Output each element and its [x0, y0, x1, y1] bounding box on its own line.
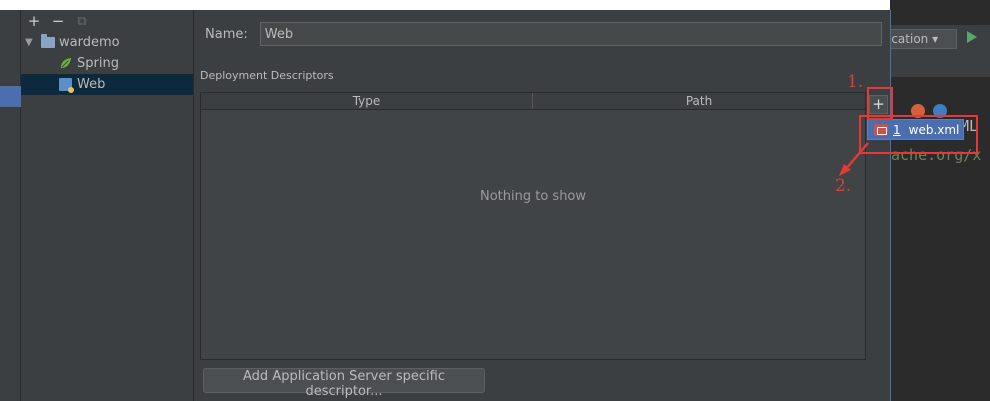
top-window-strip: [0, 0, 890, 10]
name-label: Name:: [205, 26, 248, 42]
add-server-descriptor-button[interactable]: Add Application Server specific descript…: [203, 368, 485, 399]
annotation-arrow: [839, 142, 869, 176]
spring-leaf-icon: [60, 57, 72, 69]
add-icon[interactable]: +: [27, 13, 41, 29]
annotation-box-popup: [859, 115, 978, 154]
run-config-label: ication: [891, 32, 929, 46]
descriptors-table[interactable]: Type Path Nothing to show: [200, 92, 866, 360]
column-header-type[interactable]: Type: [201, 93, 533, 109]
run-configuration-select[interactable]: ication ▾: [891, 29, 957, 49]
tree-item-spring[interactable]: Spring: [21, 53, 193, 74]
empty-table-text: Nothing to show: [479, 189, 587, 204]
tree-item-label: Web: [77, 77, 106, 92]
left-gutter-selection: [0, 86, 21, 107]
facet-tree-panel: + − ⧉ ▼ wardemo Spring Web: [21, 10, 194, 401]
tree-toolbar: + − ⧉: [21, 10, 193, 32]
copy-icon[interactable]: ⧉: [75, 15, 89, 28]
module-folder-icon: [41, 34, 55, 48]
facet-settings-panel: Name: Deployment Descriptors Type Path N…: [194, 10, 891, 401]
editor-area: ication ▾ XML ache.org/x: [891, 0, 990, 401]
column-header-path[interactable]: Path: [533, 93, 865, 109]
remove-icon[interactable]: −: [51, 13, 65, 29]
web-facet-icon: [59, 78, 74, 93]
name-field[interactable]: [259, 22, 882, 46]
left-gutter: [0, 10, 21, 401]
tree-item-label: Spring: [77, 56, 119, 71]
table-header: Type Path: [201, 93, 865, 110]
expand-arrow-icon[interactable]: ▼: [25, 37, 35, 48]
deployment-descriptors-label: Deployment Descriptors: [200, 69, 334, 82]
editor-tab-bar: [891, 52, 990, 78]
tree-item-wardemo[interactable]: ▼ wardemo: [21, 32, 193, 53]
annotation-step-2: 2.: [835, 176, 852, 196]
tree-item-web[interactable]: Web: [21, 74, 193, 95]
tree-item-label: wardemo: [59, 35, 120, 50]
name-row: Name:: [205, 22, 882, 46]
run-icon[interactable]: [967, 31, 977, 43]
annotation-step-1: 1.: [847, 72, 864, 92]
